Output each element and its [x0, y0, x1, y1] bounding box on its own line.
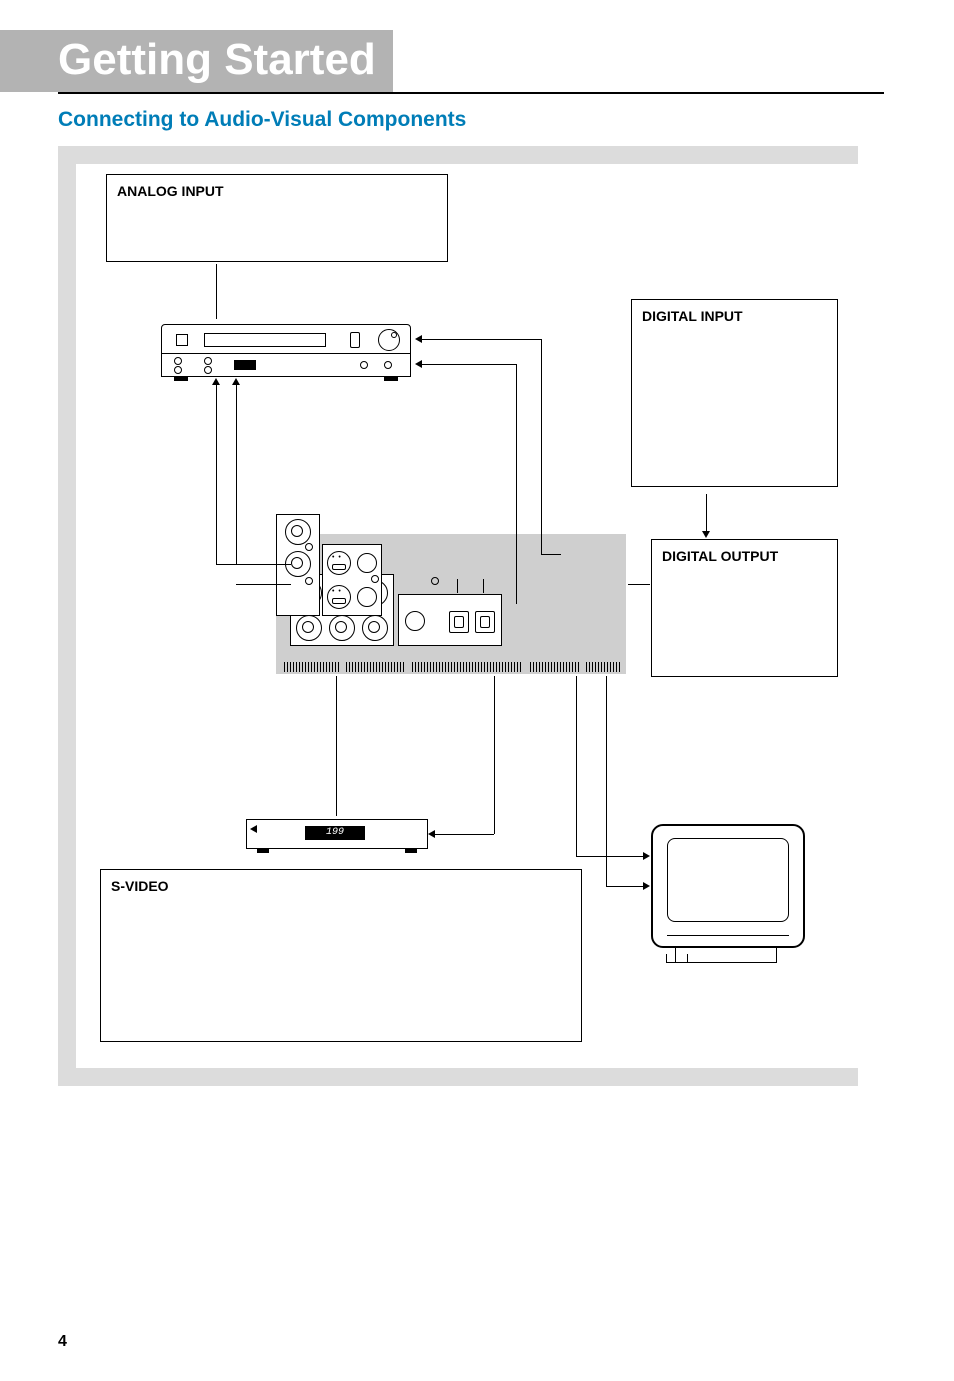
device-foot-icon: [257, 848, 269, 853]
dvd-tray-icon: [204, 333, 326, 347]
tuner-display: 199: [305, 826, 365, 840]
section-subheading: Connecting to Audio-Visual Components: [0, 94, 954, 146]
svideo-label-box: S-VIDEO: [100, 869, 582, 1042]
digital-input-label: DIGITAL INPUT: [642, 308, 743, 324]
tv-panel-line-icon: [667, 935, 789, 936]
device-foot-icon: [405, 848, 417, 853]
jack-icon: [204, 357, 212, 365]
wire: [576, 856, 644, 857]
analog-input-label-box: ANALOG INPUT: [106, 174, 448, 262]
coax-jack-icon: [357, 553, 377, 573]
svideo-label: S-VIDEO: [111, 878, 169, 894]
diagram-canvas: ANALOG INPUT DIGITAL INPUT DIGITAL OUTPU…: [76, 164, 858, 1068]
jack-icon: [174, 357, 182, 365]
digital-output-label-box: DIGITAL OUTPUT: [651, 539, 838, 677]
rca-jack-icon: [329, 615, 355, 641]
dvd-front-panel: [161, 324, 411, 354]
video-jack-icon: [285, 519, 311, 545]
dvd-player-device: [161, 324, 411, 377]
indicator-icon: [305, 577, 313, 585]
wire: [541, 339, 542, 554]
wire: [421, 339, 541, 340]
rca-jack-icon: [362, 615, 388, 641]
wire: [216, 264, 217, 319]
wire: [606, 886, 644, 887]
wire: [434, 834, 494, 835]
divider-icon: [457, 579, 458, 593]
indicator-icon: [431, 577, 439, 585]
digital-section: [276, 534, 362, 614]
digital-input-label-box: DIGITAL INPUT: [631, 299, 838, 487]
optical-jack-icon: [449, 611, 469, 633]
page-number: 4: [58, 1333, 67, 1351]
jack-icon: [204, 366, 212, 374]
vent-icon: [412, 662, 522, 672]
indicator-icon: [371, 575, 379, 583]
coax-jack-icon: [357, 587, 377, 607]
wire: [628, 584, 650, 585]
wire: [421, 364, 516, 365]
vent-icon: [284, 662, 340, 672]
rear-panel-device: [276, 534, 626, 674]
jack-icon: [174, 366, 182, 374]
tv-stand-icon: [675, 948, 777, 963]
divider-icon: [483, 579, 484, 593]
vent-icon: [346, 662, 406, 672]
analog-input-label: ANALOG INPUT: [117, 183, 224, 199]
svideo-jack-icon: [327, 585, 351, 609]
wire: [494, 676, 495, 834]
indicator-icon: [305, 543, 313, 551]
tv-device: [651, 824, 801, 969]
wire: [336, 676, 337, 816]
tv-screen-icon: [667, 838, 789, 922]
vent-icon: [586, 662, 622, 672]
wire: [236, 384, 237, 564]
dvd-power-icon: [176, 334, 188, 346]
wire: [236, 584, 291, 585]
optical-jack-icon: [475, 611, 495, 633]
wire: [606, 676, 607, 886]
device-foot-icon: [384, 376, 398, 381]
device-foot-icon: [174, 376, 188, 381]
manual-page: Getting Started Connecting to Audio-Visu…: [0, 30, 954, 1381]
dvd-rear-strip: [161, 354, 411, 377]
tv-stand-foot-icon: [666, 954, 688, 963]
wire: [216, 564, 291, 565]
rca-jack-icon: [296, 615, 322, 641]
digital-output-label: DIGITAL OUTPUT: [662, 548, 778, 564]
wire: [516, 364, 517, 604]
svideo-column: [276, 514, 320, 616]
tv-body-icon: [651, 824, 805, 948]
wire: [576, 676, 577, 856]
svideo-jack-icon: [327, 551, 351, 575]
label-badge-icon: [234, 360, 256, 370]
dvd-knob-icon: [378, 329, 400, 351]
dvd-display-icon: [350, 332, 360, 348]
wire: [706, 494, 707, 532]
digital-column: [322, 544, 382, 616]
wire: [216, 384, 217, 564]
video-optical-section: [398, 594, 502, 646]
page-title: Getting Started: [0, 30, 393, 92]
wire: [541, 554, 561, 555]
video-jack-icon: [405, 611, 425, 631]
tuner-device: 199: [246, 819, 428, 849]
diagram-area: ANALOG INPUT DIGITAL INPUT DIGITAL OUTPU…: [58, 146, 858, 1086]
jack-icon: [384, 361, 392, 369]
vent-icon: [530, 662, 580, 672]
jack-icon: [360, 361, 368, 369]
